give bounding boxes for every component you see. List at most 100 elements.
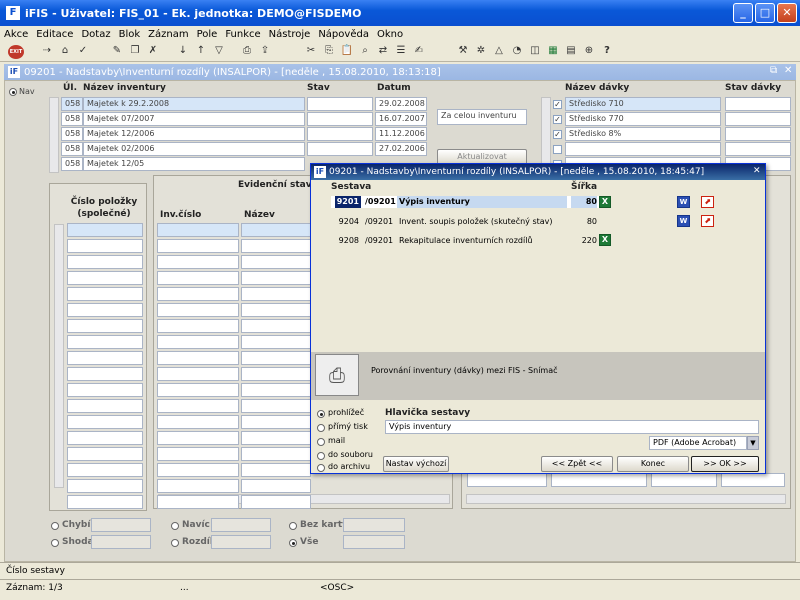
item-number-cell[interactable] — [67, 255, 143, 269]
menu-dotaz[interactable]: Dotaz — [81, 29, 110, 40]
inv-row-ul[interactable]: 058 — [61, 127, 83, 141]
physical-cell[interactable] — [721, 473, 785, 487]
copy-record-icon[interactable]: ❐ — [128, 44, 142, 58]
item-number-cell[interactable] — [67, 399, 143, 413]
filter-radio-shoda[interactable] — [51, 539, 59, 547]
batch-name[interactable]: Středisko 710 — [565, 97, 721, 111]
inv-cislo-cell[interactable] — [157, 447, 239, 461]
batch-state[interactable] — [725, 112, 791, 126]
close-button[interactable]: ✕ — [777, 3, 797, 23]
inv-row-name[interactable]: Majetek k 29.2.2008 — [83, 97, 305, 111]
batch-scrollbar[interactable] — [541, 97, 551, 173]
sort-desc-icon[interactable]: ↑ — [194, 44, 208, 58]
nazev-cell[interactable] — [241, 415, 311, 429]
item-number-cell[interactable] — [67, 335, 143, 349]
copy-icon[interactable]: ⎘ — [322, 44, 336, 58]
inv-row-stav[interactable] — [307, 142, 373, 156]
item-number-cell[interactable] — [67, 447, 143, 461]
menu-funkce[interactable]: Funkce — [225, 29, 260, 40]
filter-radio-chybi[interactable] — [51, 522, 59, 530]
maximize-button[interactable]: □ — [755, 3, 775, 23]
batch-checkbox[interactable]: ✓ — [553, 100, 562, 109]
exit-icon[interactable]: EXIT — [8, 45, 24, 59]
dialog-close-button[interactable]: ✕ — [753, 166, 761, 176]
inv-cislo-cell[interactable] — [157, 239, 239, 253]
cut-icon[interactable]: ✂ — [304, 44, 318, 58]
excel-export-icon[interactable]: X — [599, 234, 611, 246]
zoom-icon[interactable]: ⊕ — [582, 44, 596, 58]
format-dropdown-arrow-icon[interactable]: ▼ — [747, 436, 759, 450]
triangle-icon[interactable]: △ — [492, 44, 506, 58]
settings-icon[interactable]: ✲ — [474, 44, 488, 58]
output-radio-file[interactable] — [317, 452, 325, 460]
replace-icon[interactable]: ⇄ — [376, 44, 390, 58]
physical-hscrollbar[interactable] — [466, 494, 786, 504]
inv-cislo-cell[interactable] — [157, 479, 239, 493]
inv-row-ul[interactable]: 058 — [61, 97, 83, 111]
nav-radio[interactable] — [9, 87, 17, 96]
nazev-cell[interactable] — [241, 223, 311, 237]
inv-row-ul[interactable]: 058 — [61, 157, 83, 171]
list-icon[interactable]: ☰ — [394, 44, 408, 58]
nazev-cell[interactable] — [241, 383, 311, 397]
batch-state[interactable] — [725, 142, 791, 156]
inv-row-name[interactable]: Majetek 12/05 — [83, 157, 305, 171]
nazev-cell[interactable] — [241, 319, 311, 333]
inv-cislo-cell[interactable] — [157, 495, 239, 509]
item-number-cell[interactable] — [67, 479, 143, 493]
nazev-cell[interactable] — [241, 271, 311, 285]
inv-row-datum[interactable]: 27.02.2006 — [375, 142, 427, 156]
tools-icon[interactable]: ⚒ — [456, 44, 470, 58]
nazev-cell[interactable] — [241, 399, 311, 413]
inv-row-stav[interactable] — [307, 127, 373, 141]
nazev-cell[interactable] — [241, 351, 311, 365]
nav-toggle[interactable]: Nav — [9, 87, 35, 96]
output-radio-browser[interactable] — [317, 410, 325, 418]
excel-icon[interactable]: ▦ — [546, 44, 560, 58]
inv-cislo-cell[interactable] — [157, 287, 239, 301]
pdf-export-icon[interactable]: ⬈ — [701, 215, 714, 227]
nazev-cell[interactable] — [241, 495, 311, 509]
batch-name[interactable]: Středisko 8% — [565, 127, 721, 141]
nazev-cell[interactable] — [241, 335, 311, 349]
batch-state[interactable] — [725, 97, 791, 111]
inv-cislo-cell[interactable] — [157, 383, 239, 397]
nazev-cell[interactable] — [241, 255, 311, 269]
report-row[interactable]: 9201 /09201 Výpis inventury 80 — [331, 196, 601, 208]
nazev-cell[interactable] — [241, 463, 311, 477]
inv-row-name[interactable]: Majetek 07/2007 — [83, 112, 305, 126]
inv-row-stav[interactable] — [307, 97, 373, 111]
filter-radio-navic[interactable] — [171, 522, 179, 530]
set-default-button[interactable]: Nastav výchozí — [383, 456, 449, 472]
item-number-cell[interactable] — [67, 367, 143, 381]
inv-cislo-cell[interactable] — [157, 431, 239, 445]
batch-checkbox[interactable]: ✓ — [553, 130, 562, 139]
item-number-cell[interactable] — [67, 351, 143, 365]
inv-cislo-cell[interactable] — [157, 271, 239, 285]
sort-asc-icon[interactable]: ↓ — [176, 44, 190, 58]
item-number-cell[interactable] — [67, 303, 143, 317]
print-icon[interactable]: ⎙ — [240, 44, 254, 58]
inv-cislo-cell[interactable] — [157, 335, 239, 349]
menu-editace[interactable]: Editace — [36, 29, 73, 40]
filter-radio-vse[interactable] — [289, 539, 297, 547]
menu-blok[interactable]: Blok — [119, 29, 141, 40]
report-row[interactable]: 9204 /09201 Invent. soupis položek (skut… — [331, 216, 601, 228]
menu-zaznam[interactable]: Záznam — [148, 29, 188, 40]
item-number-cell[interactable] — [67, 463, 143, 477]
new-record-icon[interactable]: ✎ — [110, 44, 124, 58]
item-number-cell[interactable] — [67, 383, 143, 397]
physical-cell[interactable] — [467, 473, 547, 487]
nazev-cell[interactable] — [241, 239, 311, 253]
inv-row-datum[interactable]: 16.07.2007 — [375, 112, 427, 126]
clock-icon[interactable]: ◔ — [510, 44, 524, 58]
minimize-button[interactable]: _ — [733, 3, 753, 23]
cancel-query-icon[interactable]: ✓ — [76, 44, 90, 58]
physical-cell[interactable] — [551, 473, 647, 487]
inv-cislo-cell[interactable] — [157, 463, 239, 477]
item-number-cell[interactable] — [67, 431, 143, 445]
nazev-cell[interactable] — [241, 447, 311, 461]
item-number-cell[interactable] — [67, 415, 143, 429]
word-export-icon[interactable]: W — [677, 196, 690, 208]
close-window-icon[interactable]: ✕ — [784, 65, 792, 76]
